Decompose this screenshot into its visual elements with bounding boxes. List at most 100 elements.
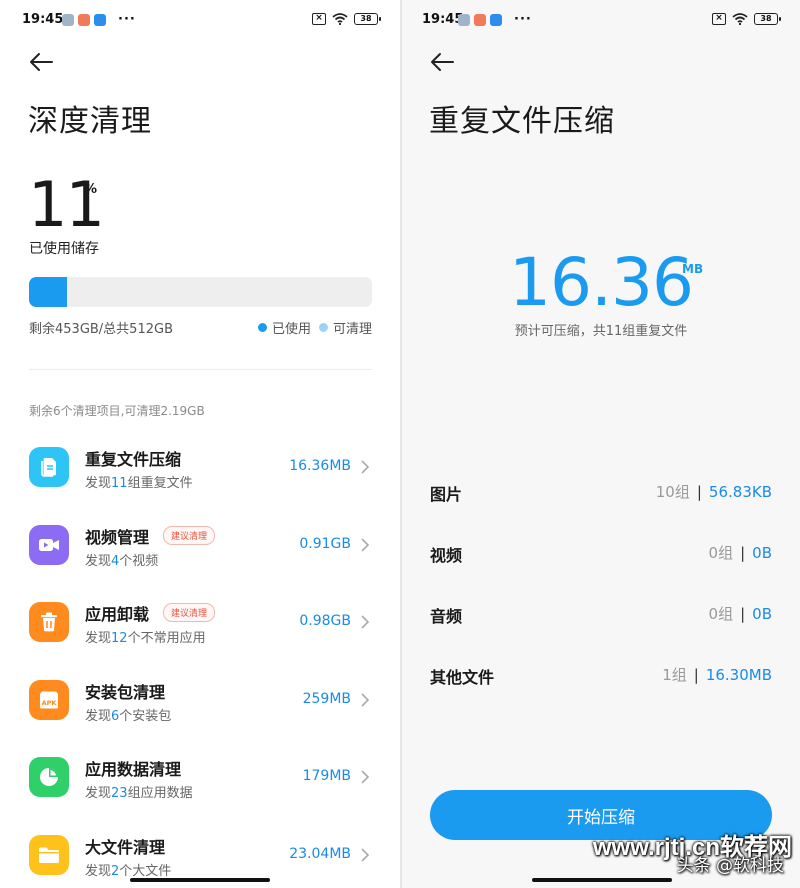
battery-icon: 38 [754, 13, 781, 25]
legend-used-label: 已使用 [271, 322, 311, 337]
status-bar: 19:45 ··· × 38 [402, 10, 800, 32]
app-notification-icon [62, 14, 74, 26]
apk-icon: APK [29, 679, 69, 720]
wifi-icon [332, 13, 348, 25]
back-arrow-icon[interactable] [28, 52, 54, 72]
separator: | [696, 482, 702, 501]
battery-icon: 38 [354, 13, 381, 25]
item-description: 发现12个不常用应用 [85, 631, 206, 646]
suggest-clean-badge: 建议清理 [163, 603, 216, 622]
status-bar: 19:45 ··· × 38 [0, 10, 400, 32]
app-notification-icon [458, 14, 470, 26]
wifi-icon [732, 13, 748, 25]
item-size: 16.36MB [289, 458, 351, 474]
chevron-right-icon [361, 615, 370, 629]
category-size: 56.83KB [708, 482, 772, 501]
more-notifications-icon: ··· [118, 12, 136, 27]
back-arrow-icon[interactable] [429, 52, 455, 72]
category-groups: 1组 [662, 666, 687, 684]
item-size: 0.91GB [299, 535, 351, 552]
clean-item-app-data[interactable]: 应用数据清理 发现23组应用数据 179MB [0, 740, 400, 818]
category-size: 16.30MB [705, 665, 772, 684]
storage-bar-fill [29, 277, 67, 307]
clean-list: 重复文件压缩 发现11组重复文件 16.36MB 视频管理 建议清理 发现4个视… [0, 430, 400, 888]
deep-clean-screen: 19:45 ··· × 38 深度清理 11 % 已使用储存 剩余453GB/总… [0, 0, 400, 888]
gallery-notification-icon [78, 14, 90, 26]
category-name: 视频 [430, 546, 463, 565]
legend-cleanable-label: 可清理 [332, 322, 372, 337]
divider [29, 369, 372, 370]
item-size: 23.04MB [289, 845, 351, 862]
item-size: 259MB [302, 690, 351, 707]
watermark-author: 头条 @软科技 [676, 856, 784, 876]
usage-unit: % [84, 182, 98, 197]
category-size: 0B [752, 604, 772, 623]
storage-text: 剩余453GB/总共512GB [29, 322, 173, 337]
item-title: 安装包清理 [85, 682, 166, 702]
suggest-clean-badge: 建议清理 [163, 525, 216, 545]
category-row-images[interactable]: 图片 10组 | 56.83KB [402, 460, 800, 521]
duplicate-compress-screen: 19:45 ··· × 38 重复文件压缩 16.36 MB 预计可压缩，共11… [402, 0, 800, 888]
item-title: 视频管理 [85, 527, 150, 547]
item-title: 应用卸载 [85, 605, 150, 624]
cleanable-dot-icon [318, 323, 328, 332]
compressible-caption: 预计可压缩，共11组重复文件 [514, 324, 688, 339]
category-name: 其他文件 [430, 668, 495, 687]
trash-icon [29, 602, 69, 642]
category-row-other-files[interactable]: 其他文件 1组 | 16.30MB [402, 643, 800, 704]
no-sim-icon: × [312, 13, 326, 25]
item-title: 应用数据清理 [85, 760, 182, 779]
category-row-audio[interactable]: 音频 0组 | 0B [402, 582, 800, 643]
compressible-size-unit: MB [682, 262, 704, 276]
separator: | [740, 543, 746, 562]
item-description: 发现2个大文件 [85, 863, 172, 879]
storage-legend: 已使用 可清理 [257, 318, 372, 337]
clean-item-duplicate-files[interactable]: 重复文件压缩 发现11组重复文件 16.36MB [0, 430, 400, 508]
item-size: 179MB [302, 768, 351, 784]
status-time: 19:45 [22, 12, 64, 27]
clean-item-app-uninstall[interactable]: 应用卸载 建议清理 发现12个不常用应用 0.98GB [0, 585, 400, 663]
duplicate-file-icon [29, 447, 69, 487]
chevron-right-icon [361, 692, 370, 707]
separator: | [693, 665, 699, 684]
app-notification-icon [94, 14, 106, 26]
category-groups: 0组 [708, 544, 734, 562]
page-title: 重复文件压缩 [429, 104, 615, 139]
category-name: 图片 [430, 485, 463, 504]
separator: | [740, 604, 746, 623]
home-indicator[interactable] [532, 878, 672, 882]
item-size: 0.98GB [299, 613, 351, 629]
item-title: 重复文件压缩 [85, 450, 182, 469]
home-indicator[interactable] [130, 878, 270, 882]
app-notification-icon [490, 14, 502, 26]
chevron-right-icon [361, 847, 370, 862]
chevron-right-icon [361, 537, 370, 552]
clean-item-apk[interactable]: APK 安装包清理 发现6个安装包 259MB [0, 663, 400, 741]
category-name: 音频 [430, 607, 463, 626]
storage-bar [29, 277, 372, 307]
page-title: 深度清理 [28, 104, 152, 139]
category-list: 图片 10组 | 56.83KB 视频 0组 | 0B 音频 0组 | 0B 其… [402, 460, 800, 704]
folder-icon [29, 834, 69, 875]
more-notifications-icon: ··· [514, 12, 532, 27]
category-row-videos[interactable]: 视频 0组 | 0B [402, 521, 800, 582]
item-description: 发现6个安装包 [85, 708, 172, 724]
chevron-right-icon [361, 460, 370, 474]
used-dot-icon [257, 323, 267, 332]
gallery-notification-icon [474, 14, 486, 26]
category-groups: 10组 [655, 483, 690, 501]
video-icon [29, 524, 69, 565]
category-size: 0B [752, 543, 772, 562]
item-title: 大文件清理 [85, 837, 166, 857]
compressible-size-value: 16.36 [509, 244, 694, 321]
item-description: 发现11组重复文件 [85, 476, 193, 491]
svg-text:APK: APK [42, 699, 58, 707]
clean-summary: 剩余6个清理项目,可清理2.19GB [29, 404, 205, 418]
no-sim-icon: × [712, 13, 726, 25]
item-description: 发现4个视频 [85, 553, 159, 569]
category-groups: 0组 [708, 605, 734, 623]
item-description: 发现23组应用数据 [85, 786, 193, 801]
usage-label: 已使用储存 [29, 241, 99, 257]
chevron-right-icon [361, 770, 370, 784]
clean-item-video[interactable]: 视频管理 建议清理 发现4个视频 0.91GB [0, 508, 400, 586]
